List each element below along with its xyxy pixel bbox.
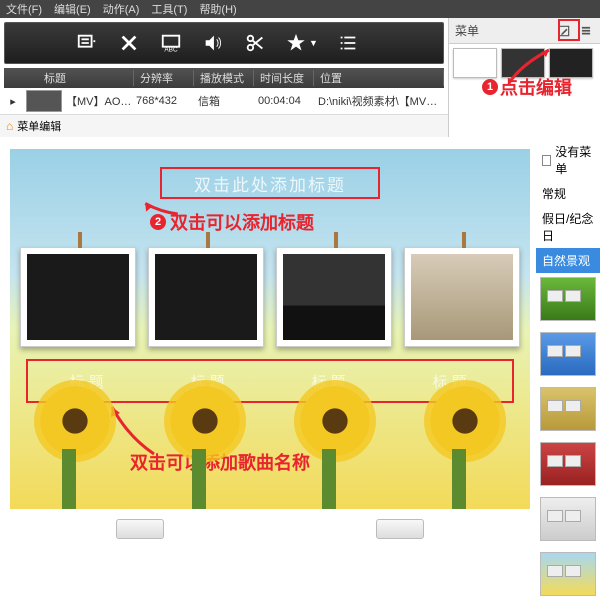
sunflowers-bg xyxy=(10,359,530,509)
col-location[interactable]: 位置 xyxy=(314,70,444,86)
title-placeholder: 双击此处添加标题 xyxy=(194,171,346,196)
file-playmode: 信箱 xyxy=(198,93,258,109)
list-view-button[interactable] xyxy=(578,23,594,39)
template-item[interactable] xyxy=(540,552,596,596)
toolbar: ABC ▼ xyxy=(4,22,444,64)
list-icon[interactable] xyxy=(336,31,360,55)
panel-header: 菜单 xyxy=(449,18,600,44)
photo-rail xyxy=(20,247,520,347)
chevron-down-icon: ▼ xyxy=(309,38,318,48)
file-title: 【MV】AOA ... xyxy=(66,93,136,109)
file-resolution: 768*432 xyxy=(136,95,198,107)
col-duration[interactable]: 时间长度 xyxy=(254,70,314,86)
panel-title: 菜单 xyxy=(455,22,479,39)
sidebar-item-nomenu[interactable]: 没有菜单 xyxy=(536,139,600,181)
checkbox-icon[interactable] xyxy=(542,155,551,166)
photo-frame[interactable] xyxy=(20,247,136,347)
add-video-icon[interactable] xyxy=(75,31,99,55)
menu-preview[interactable]: 双击此处添加标题 2 双击可以添加标题 标题 标题 标题 标题 双击 xyxy=(10,149,530,509)
svg-text:ABC: ABC xyxy=(164,46,178,53)
sidebar-item-scenery[interactable]: 自然景观 xyxy=(536,248,600,273)
file-thumbnail xyxy=(26,90,62,112)
col-playmode[interactable]: 播放模式 xyxy=(194,70,254,86)
photo-frame[interactable] xyxy=(404,247,520,347)
play-icon[interactable]: ▸ xyxy=(4,95,22,108)
file-duration: 00:04:04 xyxy=(258,95,318,107)
template-item[interactable] xyxy=(540,277,596,321)
photo-frame[interactable] xyxy=(148,247,264,347)
bottom-button-right[interactable] xyxy=(376,519,424,539)
annotation-2: 2 双击可以添加标题 xyxy=(150,209,314,235)
effects-menu[interactable]: ▼ xyxy=(285,32,318,54)
photo-frame[interactable] xyxy=(276,247,392,347)
volume-icon[interactable] xyxy=(201,31,225,55)
menu-tools[interactable]: 工具(T) xyxy=(151,1,187,17)
file-row[interactable]: ▸ 【MV】AOA ... 768*432 信箱 00:04:04 D:\nik… xyxy=(4,88,444,114)
menu-action[interactable]: 动作(A) xyxy=(103,1,140,17)
delete-icon[interactable] xyxy=(117,31,141,55)
bottom-buttons xyxy=(10,519,530,539)
annotation-1-text: 点击编辑 xyxy=(500,74,572,100)
edit-menu-button[interactable] xyxy=(556,23,572,39)
col-title[interactable]: 标题 xyxy=(4,70,134,86)
menubar: 文件(F) 编辑(E) 动作(A) 工具(T) 帮助(H) xyxy=(0,0,600,18)
template-category-list: 没有菜单 常规 假日/纪念日 自然景观 xyxy=(536,139,600,273)
menu-file[interactable]: 文件(F) xyxy=(6,1,42,17)
title-placeholder-box[interactable]: 双击此处添加标题 xyxy=(160,167,380,199)
template-list[interactable] xyxy=(536,273,600,613)
menu-edit[interactable]: 编辑(E) xyxy=(54,1,91,17)
column-headers: 标题 分辨率 播放模式 时间长度 位置 xyxy=(4,68,444,88)
sidebar-item-general[interactable]: 常规 xyxy=(536,181,600,206)
template-item[interactable] xyxy=(540,497,596,541)
home-icon[interactable]: ⌂ xyxy=(6,119,13,133)
template-item[interactable] xyxy=(540,387,596,431)
bottom-button-left[interactable] xyxy=(116,519,164,539)
annotation-1: 1 点击编辑 xyxy=(482,74,572,100)
sidebar-item-holiday[interactable]: 假日/纪念日 xyxy=(536,206,600,248)
template-item[interactable] xyxy=(540,332,596,376)
breadcrumb: ⌂ 菜单编辑 xyxy=(0,114,448,137)
badge-1: 1 xyxy=(482,79,498,95)
subtitle-icon[interactable]: ABC xyxy=(159,31,183,55)
menu-help[interactable]: 帮助(H) xyxy=(199,1,236,17)
template-item[interactable] xyxy=(540,442,596,486)
col-resolution[interactable]: 分辨率 xyxy=(134,70,194,86)
file-location: D:\niki\视频素材\【MV】AOA - 动摇... xyxy=(318,93,444,109)
cut-icon[interactable] xyxy=(243,31,267,55)
breadcrumb-label: 菜单编辑 xyxy=(17,118,61,134)
